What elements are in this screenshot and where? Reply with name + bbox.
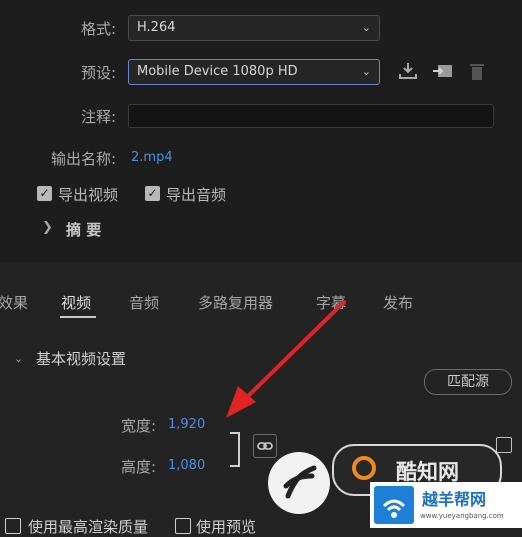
watermark-brand2: 越羊帮网 — [422, 490, 487, 509]
wifi-icon — [374, 486, 414, 524]
watermark-url: www.yueyangbang.com — [420, 512, 504, 520]
watermark-logo — [268, 452, 330, 514]
watermark-brand2-box: 越羊帮网 www.yueyangbang.com — [370, 482, 522, 528]
watermark-circle-icon — [352, 456, 376, 480]
